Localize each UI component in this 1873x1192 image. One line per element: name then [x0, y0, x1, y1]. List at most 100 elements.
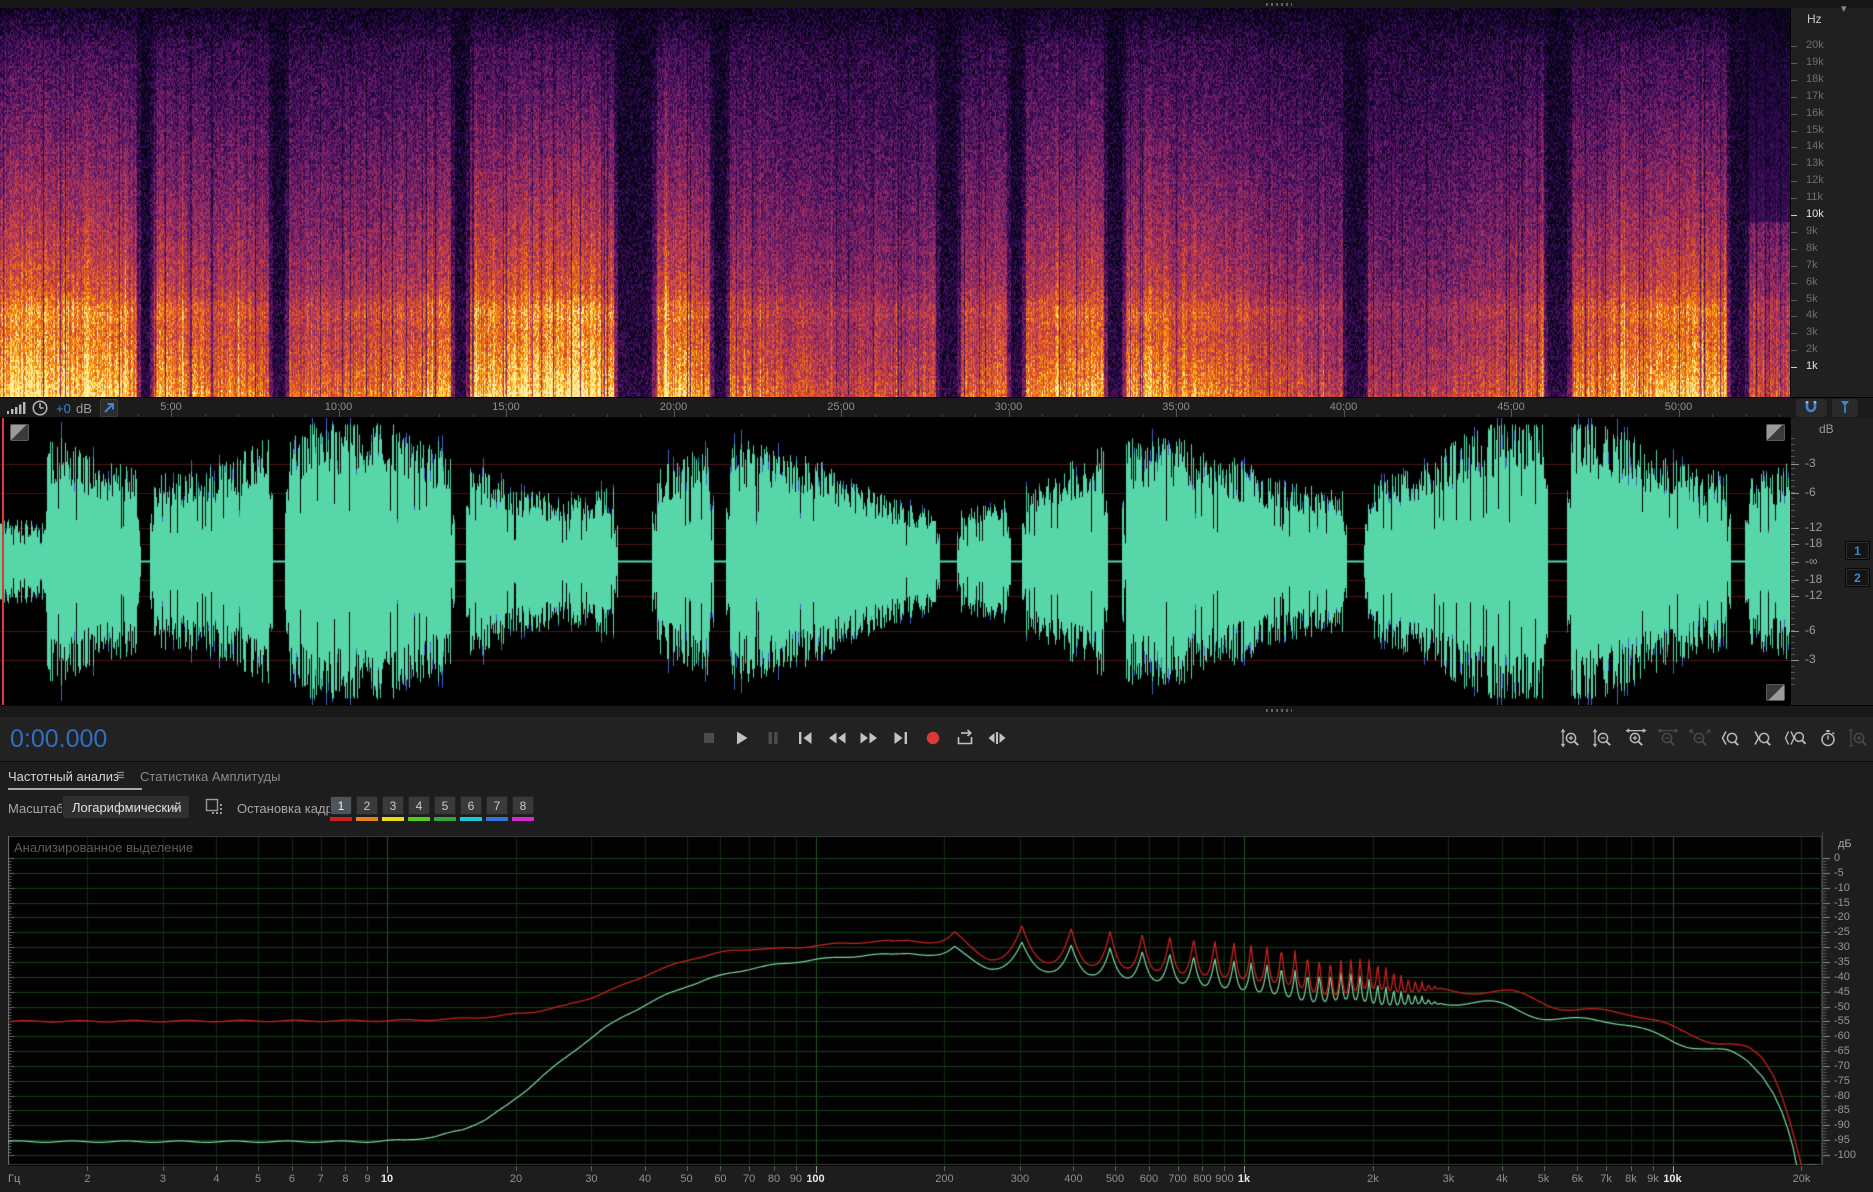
timeline-minor-tick	[540, 413, 541, 417]
plot-frequency-label: 4k	[1496, 1173, 1508, 1185]
panel-divider[interactable]	[0, 705, 1873, 717]
hz-tick-label: 10k	[1806, 208, 1824, 220]
timer-button[interactable]	[1814, 726, 1841, 750]
hz-tick	[1791, 130, 1797, 132]
frequency-plot-canvas[interactable]	[8, 836, 1822, 1166]
rewind-button[interactable]	[823, 726, 850, 750]
plot-db-label: -80	[1834, 1089, 1850, 1102]
panel-drag-handle-top[interactable]	[1266, 3, 1292, 6]
tab-frequency-analysis[interactable]: Частотный анализ	[8, 769, 119, 784]
playhead[interactable]	[2, 418, 4, 705]
channel-button-2[interactable]: 2	[1845, 568, 1870, 587]
panel-drag-handle-mid[interactable]	[1266, 709, 1292, 712]
hold-frame-button-1[interactable]: 1	[330, 796, 352, 821]
hold-frame-button-8[interactable]: 8	[512, 796, 534, 821]
hz-tick	[1791, 299, 1797, 301]
play-button[interactable]	[727, 726, 754, 750]
plot-frequency-tick	[321, 1166, 322, 1171]
hold-frame-button-6[interactable]: 6	[460, 796, 482, 821]
timeline-minor-tick	[808, 413, 809, 417]
plot-frequency-tick	[749, 1166, 750, 1171]
plot-db-label: -50	[1834, 1000, 1850, 1013]
hz-tick	[1791, 282, 1797, 284]
spectrogram-canvas[interactable]	[0, 8, 1790, 397]
timeline-minor-tick	[1310, 413, 1311, 417]
hold-frame-button-7[interactable]: 7	[486, 796, 508, 821]
hold-frame-button-3[interactable]: 3	[382, 796, 404, 821]
hold-frame-button-5[interactable]: 5	[434, 796, 456, 821]
copy-graph-icon[interactable]	[204, 797, 224, 822]
zoom-vertical-selection-button[interactable]	[1846, 726, 1873, 750]
zoom-in-horizontal-button[interactable]	[1622, 726, 1649, 750]
plot-db-label: -30	[1834, 941, 1850, 954]
plot-frequency-tick	[796, 1166, 797, 1171]
plot-frequency-tick	[816, 1166, 817, 1173]
timeline-minor-tick	[573, 413, 574, 417]
selection-grip-top-left[interactable]	[10, 424, 29, 441]
db-tick	[1791, 463, 1799, 465]
frequency-ruler[interactable]: Hz ▾ 20k 19k 18k 17k 16k 15k 14k 13k 12k 11k 10k 9k…	[1790, 3, 1873, 397]
hz-tick	[1791, 147, 1797, 149]
hz-tick-label: 18k	[1806, 72, 1824, 85]
hz-tick-label: 4k	[1806, 309, 1818, 322]
zoom-in-vertical-button[interactable]	[1558, 726, 1585, 750]
selection-grip-bottom-right[interactable]	[1766, 684, 1785, 701]
skip-to-end-button[interactable]	[887, 726, 914, 750]
waveform-canvas[interactable]	[0, 418, 1790, 705]
timeline-minor-tick	[238, 413, 239, 417]
timeline-minor-tick	[1578, 413, 1579, 417]
scale-dropdown[interactable]: Логарифмический	[62, 795, 190, 819]
timeline-minor-tick	[138, 413, 139, 417]
record-button[interactable]	[919, 726, 946, 750]
amplitude-ruler[interactable]: dB -3 -6 -12 -18 -∞ -18 -12 -6 -3 1 2	[1790, 418, 1873, 705]
selection-grip-top-right[interactable]	[1766, 424, 1785, 441]
zoom-in-point-button[interactable]	[1718, 726, 1745, 750]
snap-magnet-button[interactable]	[1796, 399, 1827, 417]
plot-db-label: -95	[1834, 1134, 1850, 1147]
timeline-minor-tick	[439, 413, 440, 417]
plot-db-label: -85	[1834, 1104, 1850, 1117]
plot-frequency-tick	[1073, 1166, 1074, 1171]
stop-button[interactable]	[695, 726, 722, 750]
time-display[interactable]: 0:00.000	[10, 725, 107, 754]
zoom-selection-button[interactable]	[1782, 726, 1809, 750]
timeline-ruler[interactable]: +0 dB 5:00 10:00 15:00 20:00 25:00 30:00 35:00…	[0, 397, 1790, 418]
ruler-collapse-icon[interactable]: ▾	[1841, 2, 1847, 15]
zoom-out-horizontal-button[interactable]	[1654, 726, 1681, 750]
timeline-label: 20:00	[659, 401, 688, 413]
zoom-out-point-button[interactable]	[1750, 726, 1777, 750]
plot-frequency-label: 30	[585, 1173, 598, 1185]
timeline-minor-tick	[707, 413, 708, 417]
hold-frame-button-4[interactable]: 4	[408, 796, 430, 821]
hz-tick	[1791, 79, 1797, 81]
marker-pin-button[interactable]	[1832, 399, 1858, 417]
timeline-minor-tick	[1746, 413, 1747, 417]
pin-playhead-button[interactable]	[100, 399, 118, 417]
plot-frequency-label: 20	[509, 1173, 523, 1185]
plot-frequency-tick	[1244, 1166, 1245, 1173]
zoom-reset-button[interactable]	[1686, 726, 1713, 750]
hold-frame-button-2[interactable]: 2	[356, 796, 378, 821]
zoom-out-vertical-button[interactable]	[1590, 726, 1617, 750]
db-tick	[1791, 659, 1799, 661]
hz-tick-label: 5k	[1806, 292, 1818, 305]
plot-frequency-tick	[292, 1166, 293, 1171]
plot-frequency-tick	[1224, 1166, 1225, 1171]
tab-amplitude-statistics[interactable]: Статистика Амплитуды	[140, 769, 280, 784]
fast-forward-button[interactable]	[855, 726, 882, 750]
panel-menu-icon[interactable]: ≡	[116, 767, 125, 784]
skip-to-start-button[interactable]	[791, 726, 818, 750]
plot-frequency-label: 100	[806, 1173, 825, 1185]
gain-value[interactable]: +0	[56, 401, 71, 416]
loop-playback-button[interactable]	[951, 726, 978, 750]
db-tick-label: -3	[1805, 455, 1816, 470]
timeline-label: 5:00	[160, 401, 182, 413]
plot-frequency-tick	[1149, 1166, 1150, 1171]
plot-frequency-label: 1k	[1237, 1173, 1251, 1185]
timeline-minor-tick	[1042, 413, 1043, 417]
audition-window: Hz ▾ 20k 19k 18k 17k 16k 15k 14k 13k 12k 11k 10k 9k…	[0, 0, 1873, 1192]
plot-frequency-tick	[1178, 1166, 1179, 1171]
pause-button[interactable]	[759, 726, 786, 750]
channel-button-1[interactable]: 1	[1845, 541, 1870, 560]
skip-selection-button[interactable]	[983, 726, 1010, 750]
